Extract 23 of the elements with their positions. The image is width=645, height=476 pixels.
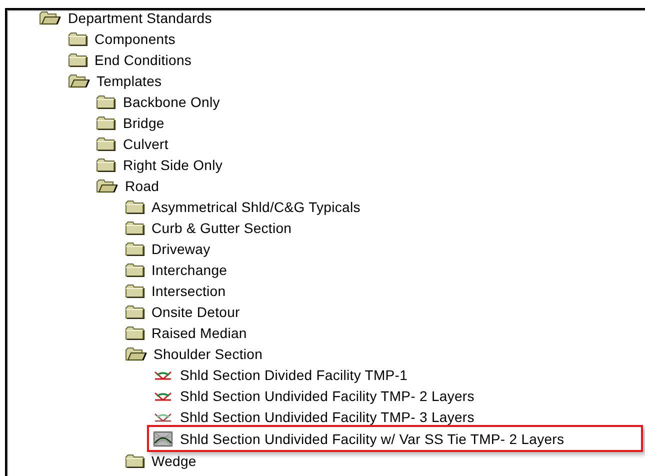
folder-label[interactable]: Components	[94, 30, 176, 46]
template-icon	[153, 430, 173, 446]
template-label[interactable]: Shld Section Undivided Facility TMP- 3 Layers	[180, 408, 474, 424]
folder-label[interactable]: Interchange	[152, 262, 228, 278]
folder-label[interactable]: Curb & Gutter Section	[152, 220, 292, 236]
template-label[interactable]: Shld Section Divided Facility TMP-1	[180, 366, 408, 382]
folder-label[interactable]: Shoulder Section	[154, 346, 263, 362]
template-label[interactable]: Shld Section Undivided Facility TMP- 2 Layers	[180, 388, 474, 404]
folder-label[interactable]: Backbone Only	[123, 94, 220, 110]
folder-label[interactable]: Road	[125, 178, 160, 194]
folder-label[interactable]: Bridge	[123, 114, 164, 130]
folder-label[interactable]: Templates	[96, 72, 162, 88]
template-label[interactable]: Shld Section Undivided Facility w/ Var SS Tie TMP- 2 Layers	[180, 430, 564, 446]
folder-label[interactable]: Driveway	[152, 240, 210, 256]
folder-label[interactable]: Intersection	[152, 282, 226, 298]
folder-label[interactable]: Department Standards	[68, 10, 212, 26]
folder-label[interactable]: Asymmetrical Shld/C&G Typicals	[152, 198, 360, 214]
folder-label[interactable]: End Conditions	[94, 52, 192, 68]
folder-label[interactable]: Wedge	[152, 452, 196, 468]
folder-label[interactable]: Right Side Only	[123, 156, 223, 172]
folder-label[interactable]: Raised Median	[152, 324, 247, 340]
folder-label[interactable]: Culvert	[123, 136, 168, 152]
folder-label[interactable]: Onsite Detour	[152, 304, 240, 320]
